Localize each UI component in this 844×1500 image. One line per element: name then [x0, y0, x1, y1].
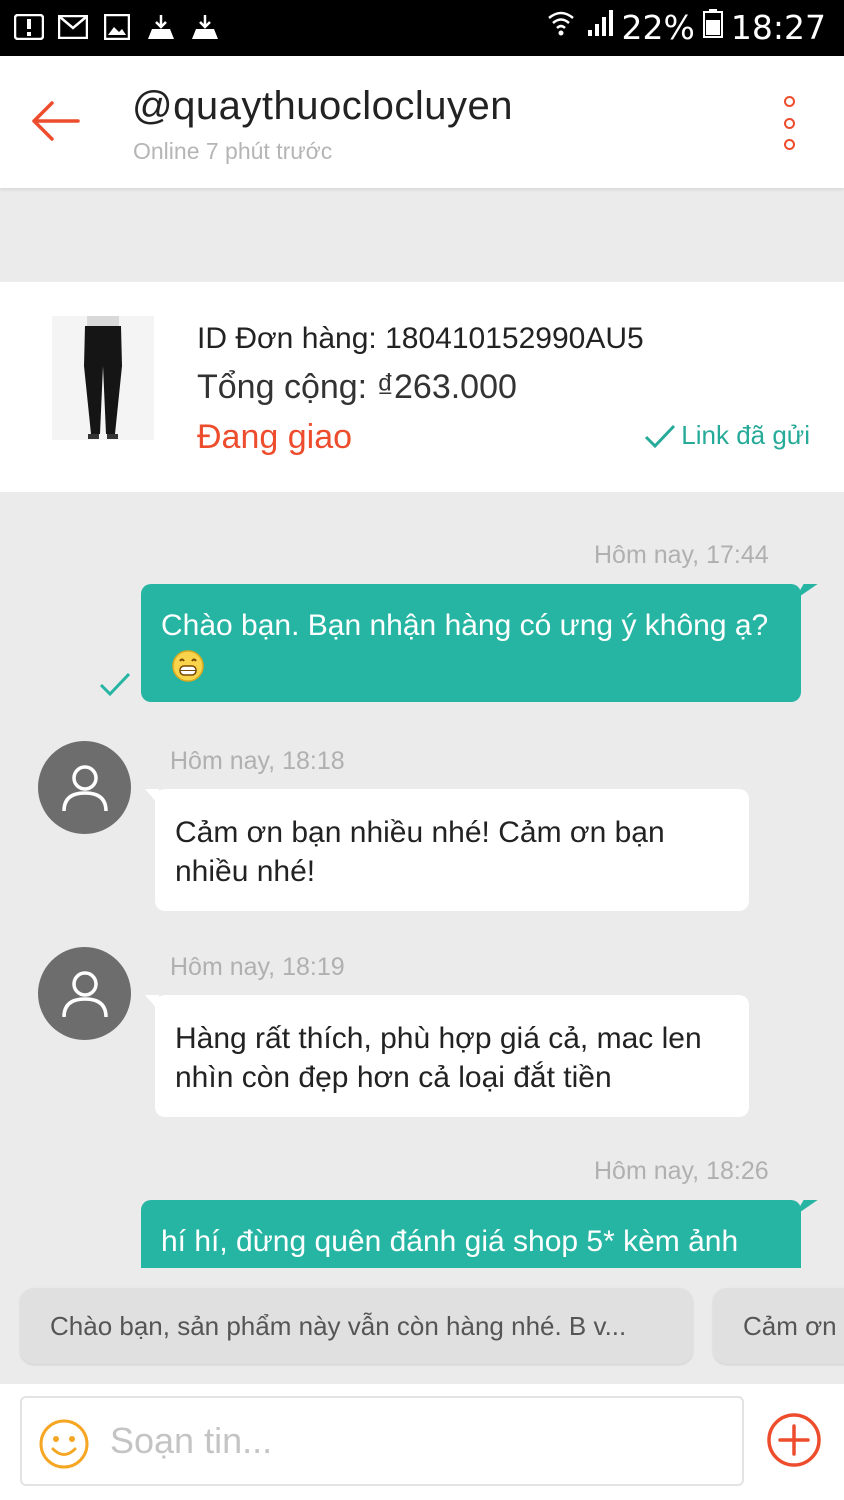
message-time: Hôm nay, 18:18 [170, 747, 345, 775]
update-icon [190, 12, 220, 42]
alert-icon [14, 12, 44, 42]
image-icon [102, 12, 132, 42]
smiley-icon[interactable] [38, 1418, 90, 1470]
message-bubble-outgoing[interactable]: Chào bạn. Bạn nhận hàng có ưng ý không ạ… [141, 584, 801, 702]
more-options-button[interactable] [774, 96, 804, 150]
message-text: Chào bạn. Bạn nhận hàng có ưng ý không ạ… [161, 609, 769, 642]
message-text: Hàng rất thích, phù hợp giá cả, mac len … [175, 1022, 702, 1094]
grinning-face-icon [171, 649, 205, 683]
battery-icon [702, 8, 723, 47]
message-bubble-outgoing[interactable]: hí hí, đừng quên đánh giá shop 5* kèm ản… [141, 1200, 801, 1268]
link-sent-status: Link đã gửi [643, 420, 810, 451]
signal-icon [584, 8, 614, 47]
quick-reply[interactable]: Chào bạn, sản phẩm này vẫn còn hàng nhé.… [20, 1288, 693, 1364]
mail-icon [58, 12, 88, 42]
back-arrow-icon [32, 101, 80, 141]
message-clip: hí hí, đừng quên đánh giá shop 5* kèm ản… [0, 1200, 844, 1268]
read-check-icon [98, 670, 132, 703]
user-icon [61, 764, 108, 811]
user-icon [61, 970, 108, 1017]
avatar[interactable] [38, 741, 131, 834]
link-sent-label: Link đã gửi [681, 420, 810, 450]
message-time: Hôm nay, 18:26 [594, 1157, 769, 1185]
clock: 18:27 [730, 8, 826, 47]
order-status: Đang giao [197, 418, 353, 456]
message-placeholder: Soạn tin... [110, 1420, 273, 1461]
message-bubble-incoming[interactable]: Hàng rất thích, phù hợp giá cả, mac len … [145, 995, 749, 1117]
message-time: Hôm nay, 18:19 [170, 953, 345, 981]
plus-circle-icon[interactable] [766, 1412, 822, 1468]
status-bar: 22% 18:27 [0, 0, 844, 56]
order-card[interactable]: ID Đơn hàng: 180410152990AU5 Tổng cộng: … [0, 282, 844, 492]
battery-percent: 22% [621, 8, 695, 47]
more-vertical-icon [783, 96, 795, 107]
online-status: Online 7 phút trước [133, 138, 333, 164]
message-input[interactable]: Soạn tin... [20, 1396, 744, 1486]
check-icon [645, 424, 676, 448]
quick-reply[interactable]: Cảm ơn [713, 1288, 844, 1364]
product-thumbnail [52, 316, 154, 440]
order-id: ID Đơn hàng: 180410152990AU5 [197, 322, 644, 355]
chat-header: @quaythuoclocluyen Online 7 phút trước [0, 56, 844, 188]
chat-title: @quaythuoclocluyen [132, 84, 513, 128]
quick-replies-bar: Chào bạn, sản phẩm này vẫn còn hàng nhé.… [0, 1268, 844, 1384]
message-composer: Soạn tin... [0, 1384, 844, 1500]
message-time: Hôm nay, 17:44 [594, 541, 769, 569]
message-text: Cảm ơn bạn nhiều nhé! Cảm ơn bạn nhiều n… [175, 816, 665, 888]
avatar[interactable] [38, 947, 131, 1040]
update-icon [146, 12, 176, 42]
back-button[interactable] [28, 96, 82, 146]
message-text: hí hí, đừng quên đánh giá shop 5* kèm ản… [161, 1225, 739, 1258]
message-bubble-incoming[interactable]: Cảm ơn bạn nhiều nhé! Cảm ơn bạn nhiều n… [145, 789, 749, 911]
order-total: Tổng cộng: ₫263.000 [197, 368, 517, 406]
wifi-icon [546, 8, 576, 47]
